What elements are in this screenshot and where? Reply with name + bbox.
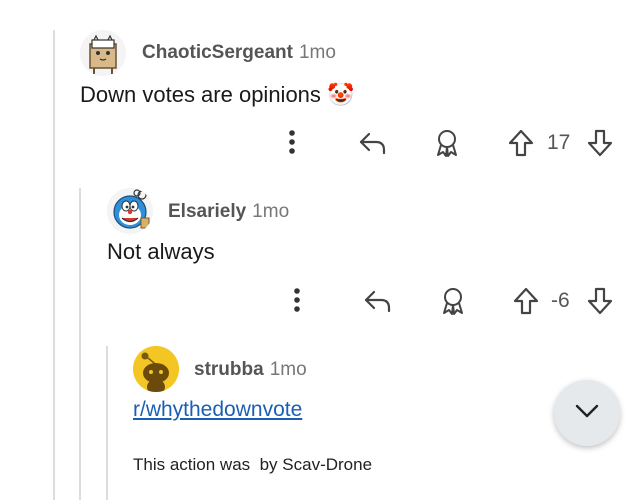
scroll-down-button[interactable] bbox=[554, 380, 620, 446]
doraemon-avatar-icon bbox=[107, 188, 153, 234]
comment-author[interactable]: strubba 1mo bbox=[194, 359, 307, 381]
user-avatar[interactable] bbox=[80, 30, 126, 76]
comment-time: 1mo bbox=[269, 359, 307, 380]
comment-time: 1mo bbox=[298, 42, 336, 63]
cat-box-avatar-icon bbox=[80, 30, 126, 76]
author-name[interactable]: strubba bbox=[194, 359, 264, 380]
comment-time: 1mo bbox=[252, 201, 290, 222]
award-icon[interactable] bbox=[439, 286, 467, 316]
comment-text: Down votes are opinions 🤡 bbox=[80, 82, 354, 108]
subreddit-link[interactable]: r/whythedownvote bbox=[133, 398, 302, 422]
comment-text: Not always bbox=[107, 239, 215, 265]
author-name[interactable]: ChaoticSergeant bbox=[142, 42, 293, 63]
more-vertical-icon[interactable] bbox=[287, 286, 307, 314]
reply-arrow-icon[interactable] bbox=[363, 288, 393, 314]
vote-score: 17 bbox=[547, 131, 571, 154]
reply-arrow-icon[interactable] bbox=[358, 130, 388, 156]
award-icon[interactable] bbox=[433, 128, 461, 158]
more-vertical-icon[interactable] bbox=[282, 128, 302, 156]
downvote-arrow-icon[interactable] bbox=[586, 286, 614, 316]
clown-emoji: 🤡 bbox=[327, 83, 355, 108]
comment-body: Down votes are opinions bbox=[80, 82, 321, 107]
comment-author[interactable]: Elsariely 1mo bbox=[168, 201, 289, 223]
thread-line bbox=[79, 188, 81, 500]
upvote-arrow-icon[interactable] bbox=[507, 128, 535, 158]
comment-body: Not always bbox=[107, 239, 215, 264]
chevron-down-icon bbox=[574, 403, 600, 424]
moderator-note: This action was by Scav-Drone bbox=[133, 455, 373, 474]
upvote-arrow-icon[interactable] bbox=[512, 286, 540, 316]
snoo-avatar-icon bbox=[133, 346, 179, 392]
comment-author[interactable]: ChaoticSergeant 1mo bbox=[142, 42, 336, 64]
vote-score: -6 bbox=[551, 289, 570, 312]
downvote-arrow-icon[interactable] bbox=[586, 128, 614, 158]
thread-line bbox=[53, 30, 55, 500]
user-avatar[interactable] bbox=[133, 346, 179, 392]
thread-line bbox=[106, 346, 108, 500]
author-name[interactable]: Elsariely bbox=[168, 201, 246, 222]
user-avatar[interactable] bbox=[107, 188, 153, 234]
